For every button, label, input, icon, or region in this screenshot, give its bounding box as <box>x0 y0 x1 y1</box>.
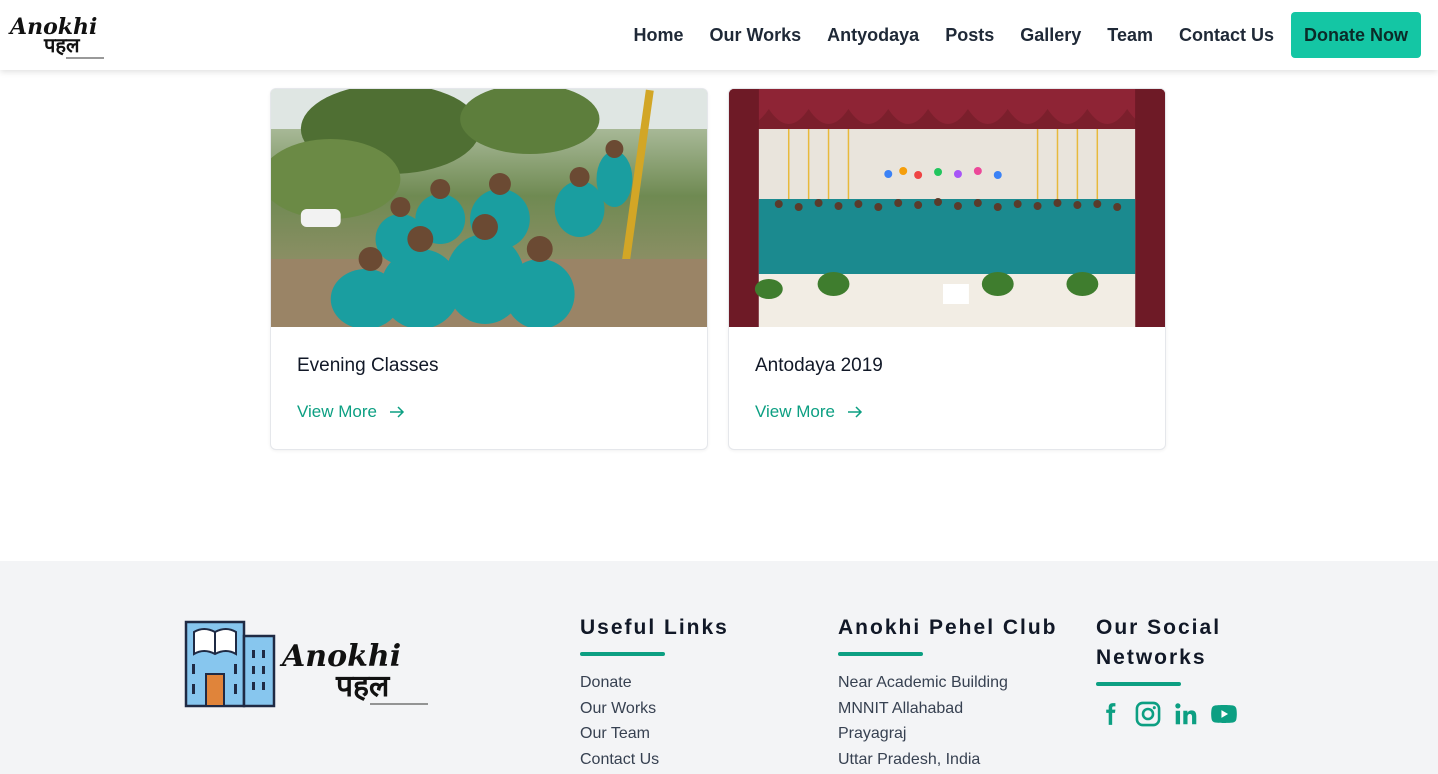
useful-links-list: Donate Our Works Our Team Contact Us <box>580 670 820 772</box>
nav-antyodaya[interactable]: Antyodaya <box>827 25 919 46</box>
instagram-icon[interactable] <box>1134 700 1162 728</box>
club-address-section: Anokhi Pehel Club Near Academic Building… <box>838 613 1078 772</box>
address-line: Uttar Pradesh, India <box>838 750 981 768</box>
heading-underline <box>580 652 665 656</box>
social-icons-row <box>1096 700 1296 728</box>
card-image-evening-classes[interactable] <box>271 89 707 327</box>
youtube-icon[interactable] <box>1210 700 1238 728</box>
footer-link-contact-us[interactable]: Contact Us <box>580 747 820 773</box>
main-nav: Home Our Works Antyodaya Posts Gallery T… <box>633 12 1421 58</box>
footer-logo[interactable]: Anokhi पहल <box>184 610 432 710</box>
logo-mark: Anokhi पहल <box>8 14 104 59</box>
arrow-right-icon <box>390 406 405 418</box>
social-heading-line2: Networks <box>1096 646 1207 669</box>
view-more-label: View More <box>297 402 377 421</box>
nav-our-works[interactable]: Our Works <box>709 25 801 46</box>
useful-links-section: Useful Links Donate Our Works Our Team C… <box>580 613 820 772</box>
footer-link-donate[interactable]: Donate <box>580 670 820 696</box>
arrow-right-icon <box>848 406 863 418</box>
nav-home[interactable]: Home <box>633 25 683 46</box>
site-footer: Anokhi पहल Useful Links Donate Our Works… <box>0 561 1438 774</box>
address-line: Prayagraj <box>838 725 907 742</box>
social-heading-line1: Our Social <box>1096 616 1222 639</box>
card-title: Antodaya 2019 <box>755 355 883 376</box>
footer-link-our-team[interactable]: Our Team <box>580 721 820 747</box>
site-logo[interactable]: Anokhi पहल <box>8 10 108 62</box>
footer-link-our-works[interactable]: Our Works <box>580 696 820 722</box>
heading-underline <box>838 652 923 656</box>
card-evening-classes: Evening Classes View More <box>270 88 708 450</box>
nav-posts[interactable]: Posts <box>945 25 994 46</box>
useful-links-heading: Useful Links <box>580 616 729 639</box>
club-address-list: Near Academic Building MNNIT Allahabad P… <box>838 670 1078 772</box>
view-more-link[interactable]: View More <box>755 402 863 422</box>
building-book-logo-icon: Anokhi पहल <box>184 620 428 708</box>
card-antodaya-2019: Antodaya 2019 View More <box>728 88 1166 450</box>
address-line: Near Academic Building <box>838 674 1008 691</box>
nav-gallery[interactable]: Gallery <box>1020 25 1081 46</box>
svg-text:पहल: पहल <box>43 33 81 57</box>
club-heading: Anokhi Pehel Club <box>838 616 1058 639</box>
nav-contact-us[interactable]: Contact Us <box>1179 25 1274 46</box>
address-line: MNNIT Allahabad <box>838 699 964 717</box>
site-header: Anokhi पहल Home Our Works Antyodaya Post… <box>0 0 1438 70</box>
social-heading: Our Social Networks <box>1096 613 1296 673</box>
nav-team[interactable]: Team <box>1107 25 1153 46</box>
view-more-link[interactable]: View More <box>297 402 405 422</box>
view-more-label: View More <box>755 402 835 421</box>
card-image-antodaya-2019[interactable] <box>729 89 1165 327</box>
linkedin-icon[interactable] <box>1172 700 1200 728</box>
donate-now-button[interactable]: Donate Now <box>1290 12 1421 58</box>
card-title: Evening Classes <box>297 355 439 376</box>
facebook-icon[interactable] <box>1096 700 1124 728</box>
heading-underline <box>1096 682 1181 686</box>
svg-text:पहल: पहल <box>335 669 391 704</box>
social-networks-section: Our Social Networks <box>1096 613 1296 728</box>
